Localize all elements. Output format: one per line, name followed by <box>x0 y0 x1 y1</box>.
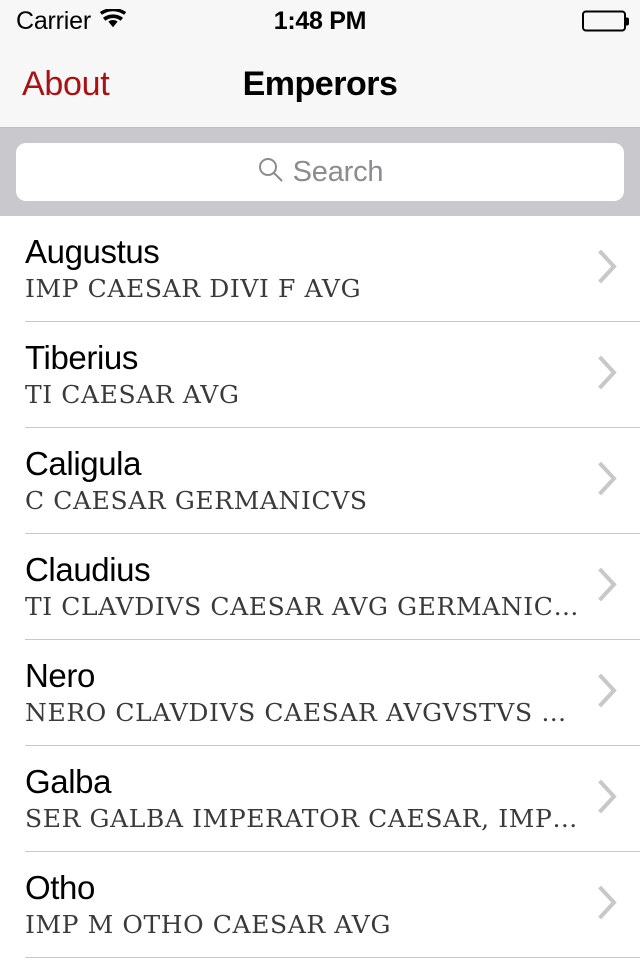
row-text-block: Galba SER GALBA IMPERATOR CAESAR, IMP S… <box>25 764 640 834</box>
app-screen: Carrier 1:48 PM About Emperors Search Au… <box>0 0 640 960</box>
row-subtitle: NERO CLAVDIVS CAESAR AVGVSTVS G… <box>25 698 580 727</box>
table-row[interactable]: Tiberius TI CAESAR AVG <box>0 322 640 428</box>
table-row[interactable]: Caligula C CAESAR GERMANICVS <box>0 428 640 534</box>
row-title: Tiberius <box>25 340 138 377</box>
row-subtitle: SER GALBA IMPERATOR CAESAR, IMP S… <box>25 804 580 833</box>
row-subtitle: C CAESAR GERMANICVS <box>25 486 368 515</box>
row-title: Augustus <box>25 234 160 271</box>
row-subtitle: IMP CAESAR DIVI F AVG <box>25 274 362 303</box>
search-bar-container: Search <box>0 127 640 216</box>
chevron-right-icon <box>598 355 618 395</box>
row-title: Galba <box>25 764 112 801</box>
status-bar-right <box>582 10 629 32</box>
row-text-block: Otho IMP M OTHO CAESAR AVG <box>25 870 640 940</box>
row-title: Otho <box>25 870 95 907</box>
table-row[interactable]: Augustus IMP CAESAR DIVI F AVG <box>0 216 640 322</box>
status-bar-left: Carrier <box>16 6 127 36</box>
battery-full-icon <box>582 10 629 32</box>
chevron-right-icon <box>598 249 618 289</box>
back-button-about[interactable]: About <box>0 65 110 104</box>
emperors-list: Augustus IMP CAESAR DIVI F AVG Tiberius … <box>0 216 640 958</box>
wifi-icon <box>99 7 127 33</box>
search-placeholder-text: Search <box>292 155 384 188</box>
row-subtitle: TI CAESAR AVG <box>25 380 240 409</box>
chevron-right-icon <box>598 461 618 501</box>
navigation-bar: About Emperors <box>0 42 640 127</box>
row-text-block: Caligula C CAESAR GERMANICVS <box>25 446 640 516</box>
row-subtitle: TI CLAVDIVS CAESAR AVG GERMANICVS <box>25 592 580 621</box>
carrier-label: Carrier <box>16 6 91 35</box>
table-row[interactable]: Otho IMP M OTHO CAESAR AVG <box>0 852 640 958</box>
chevron-right-icon <box>598 885 618 925</box>
table-row[interactable]: Galba SER GALBA IMPERATOR CAESAR, IMP S… <box>0 746 640 852</box>
table-row[interactable]: Nero NERO CLAVDIVS CAESAR AVGVSTVS G… <box>0 640 640 746</box>
row-subtitle: IMP M OTHO CAESAR AVG <box>25 910 392 939</box>
search-input[interactable]: Search <box>16 143 624 201</box>
row-title: Nero <box>25 658 95 695</box>
row-text-block: Tiberius TI CAESAR AVG <box>25 340 640 410</box>
row-text-block: Claudius TI CLAVDIVS CAESAR AVG GERMANIC… <box>25 552 640 622</box>
battery-cap <box>626 17 629 25</box>
chevron-right-icon <box>598 673 618 713</box>
chevron-right-icon <box>598 567 618 607</box>
status-bar: Carrier 1:48 PM <box>0 0 640 42</box>
search-icon <box>257 156 284 188</box>
row-separator <box>25 957 640 958</box>
row-text-block: Nero NERO CLAVDIVS CAESAR AVGVSTVS G… <box>25 658 640 728</box>
row-title: Caligula <box>25 446 142 483</box>
row-title: Claudius <box>25 552 151 589</box>
row-text-block: Augustus IMP CAESAR DIVI F AVG <box>25 234 640 304</box>
table-row[interactable]: Claudius TI CLAVDIVS CAESAR AVG GERMANIC… <box>0 534 640 640</box>
chevron-right-icon <box>598 779 618 819</box>
